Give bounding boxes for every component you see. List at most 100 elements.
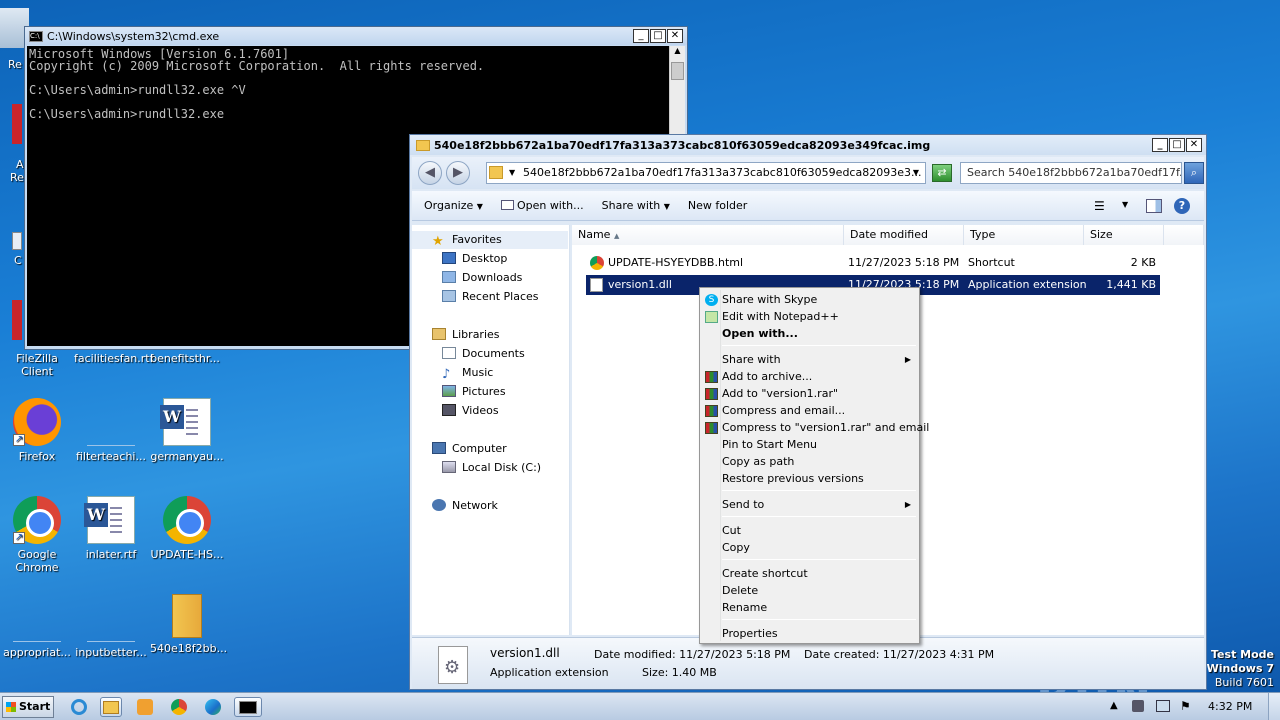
close-button[interactable]: ✕: [1186, 138, 1202, 152]
nav-recent-places[interactable]: Recent Places: [442, 288, 539, 306]
desktop-icon-partial-a[interactable]: A Re: [0, 100, 24, 184]
address-dropdown-icon[interactable]: ▼: [913, 163, 919, 183]
explorer-titlebar[interactable]: 540e18f2bbb672a1ba70edf17fa313a373cabc81…: [410, 135, 1206, 155]
menu-create-shortcut[interactable]: Create shortcut: [702, 565, 917, 582]
maximize-button[interactable]: □: [650, 29, 666, 43]
menu-add-rar[interactable]: Add to "version1.rar": [702, 385, 917, 402]
start-button[interactable]: Start: [2, 696, 54, 718]
column-header-size[interactable]: Size: [1084, 225, 1164, 245]
menu-add-archive[interactable]: Add to archive...: [702, 368, 917, 385]
back-button[interactable]: ◀: [418, 161, 442, 185]
nav-pictures[interactable]: Pictures: [442, 383, 506, 401]
console-line: Copyright (c) 2009 Microsoft Corporation…: [29, 59, 485, 73]
desktop-icon-benefitsthr[interactable]: benefitsthr...: [148, 352, 222, 365]
disc-image-folder-icon: [172, 594, 202, 638]
search-input[interactable]: Search 540e18f2bbb672a1ba70edf17f...: [960, 162, 1182, 184]
preview-pane-icon[interactable]: [1146, 199, 1162, 213]
menu-separator: [722, 490, 916, 491]
nav-documents[interactable]: Documents: [442, 345, 525, 363]
nav-desktop[interactable]: Desktop: [442, 250, 507, 268]
desktop-icon-filezilla[interactable]: FileZilla Client: [0, 352, 74, 378]
column-header-name[interactable]: Name ▲: [572, 225, 844, 245]
menu-pin-start[interactable]: Pin to Start Menu: [702, 436, 917, 453]
nav-downloads[interactable]: Downloads: [442, 269, 522, 287]
tray-expand-icon[interactable]: ▲: [1110, 700, 1118, 711]
desktop-icon-update-hs[interactable]: UPDATE-HS...: [150, 496, 224, 561]
menu-delete[interactable]: Delete: [702, 582, 917, 599]
close-button[interactable]: ✕: [667, 29, 683, 43]
desktop-icon-facilitiesfan[interactable]: facilitiesfan.rtf: [74, 352, 154, 365]
chevron-down-icon[interactable]: ▼: [1122, 200, 1128, 209]
star-icon: ★: [432, 234, 444, 249]
submenu-arrow-icon: ▶: [904, 500, 911, 509]
column-header-extra[interactable]: [1164, 225, 1204, 245]
new-folder-button[interactable]: New folder: [688, 199, 747, 212]
view-options-icon[interactable]: ☰: [1094, 199, 1105, 213]
open-with-button[interactable]: Open with...: [500, 199, 584, 212]
show-desktop-button[interactable]: [1268, 693, 1280, 720]
scroll-up-icon[interactable]: ▲: [670, 46, 685, 60]
desktop-icon-google-chrome[interactable]: ↗ Google Chrome: [0, 496, 74, 574]
forward-button[interactable]: ▶: [446, 161, 470, 185]
file-date: 11/27/2023 5:18 PM: [848, 256, 960, 269]
menu-cut[interactable]: Cut: [702, 522, 917, 539]
menu-open-with[interactable]: Open with...: [702, 325, 917, 342]
desktop-icon-img-file[interactable]: 540e18f2bb...: [150, 594, 227, 655]
minimize-button[interactable]: _: [633, 29, 649, 43]
menu-share-skype[interactable]: S Share with Skype: [702, 291, 917, 308]
refresh-button[interactable]: ⇄: [932, 164, 952, 182]
nav-computer[interactable]: Computer: [432, 440, 507, 458]
edge-icon[interactable]: [202, 697, 224, 717]
column-header-date[interactable]: Date modified: [844, 225, 964, 245]
menu-rename[interactable]: Rename: [702, 599, 917, 616]
menu-send-to[interactable]: Send to ▶: [702, 496, 917, 513]
winrar-icon: [705, 388, 718, 400]
menu-edit-notepad[interactable]: Edit with Notepad++: [702, 308, 917, 325]
cmd-taskbar-icon[interactable]: [234, 697, 262, 717]
nav-network[interactable]: Network: [432, 497, 498, 515]
desktop-icon-partial-c[interactable]: C: [0, 230, 22, 270]
menu-compress-rar-email[interactable]: Compress to "version1.rar" and email: [702, 419, 929, 436]
navigation-pane: ★ Favorites Desktop Downloads Recent Plac…: [412, 225, 570, 635]
nav-favorites[interactable]: ★ Favorites: [412, 231, 568, 249]
tray-app-icon[interactable]: [1132, 700, 1144, 712]
nav-libraries[interactable]: Libraries: [432, 326, 500, 344]
clock[interactable]: 4:32 PM: [1208, 693, 1252, 720]
minimize-button[interactable]: _: [1152, 138, 1168, 152]
organize-button[interactable]: Organize ▼: [424, 199, 483, 212]
menu-copy-path[interactable]: Copy as path: [702, 453, 917, 470]
file-explorer-icon[interactable]: [100, 697, 122, 717]
share-with-button[interactable]: Share with ▼: [602, 199, 670, 212]
videos-icon: [442, 404, 456, 416]
media-player-icon[interactable]: [134, 697, 156, 717]
menu-properties[interactable]: Properties: [702, 625, 917, 642]
nav-local-disk[interactable]: Local Disk (C:): [442, 459, 541, 477]
internet-explorer-icon[interactable]: [68, 697, 90, 717]
file-row[interactable]: UPDATE-HSYEYDBB.html 11/27/2023 5:18 PM …: [586, 253, 1160, 273]
cmd-titlebar[interactable]: C:\ C:\Windows\system32\cmd.exe _ □ ✕: [25, 27, 687, 45]
menu-restore-versions[interactable]: Restore previous versions: [702, 470, 917, 487]
volume-tray-icon[interactable]: ⚑: [1180, 699, 1191, 713]
menu-copy[interactable]: Copy: [702, 539, 917, 556]
desktop-icon-firefox[interactable]: ↗ Firefox: [0, 398, 74, 463]
sort-ascending-icon: ▲: [613, 232, 620, 240]
search-icon[interactable]: ⌕: [1184, 162, 1204, 184]
maximize-button[interactable]: □: [1169, 138, 1185, 152]
desktop-icon-appropriat[interactable]: appropriat...: [0, 594, 74, 659]
nav-videos[interactable]: Videos: [442, 402, 499, 420]
network-tray-icon[interactable]: [1156, 700, 1170, 712]
desktop-icon-inputbetter[interactable]: inputbetter...: [74, 594, 148, 659]
desktop-icon-filterteachi[interactable]: filterteachi...: [74, 398, 148, 463]
nav-music[interactable]: ♪ Music: [442, 364, 493, 382]
help-icon[interactable]: ?: [1174, 198, 1190, 214]
scroll-thumb[interactable]: [671, 62, 684, 80]
breadcrumb-arrow-icon[interactable]: ▼: [509, 163, 515, 183]
desktop-icon-germanyau[interactable]: germanyau...: [150, 398, 224, 463]
column-header-type[interactable]: Type: [964, 225, 1084, 245]
menu-share-with[interactable]: Share with ▶: [702, 351, 917, 368]
menu-compress-email[interactable]: Compress and email...: [702, 402, 917, 419]
chrome-taskbar-icon[interactable]: [168, 697, 190, 717]
address-bar[interactable]: ▼ 540e18f2bbb672a1ba70edf17fa313a373cabc…: [486, 162, 926, 184]
downloads-icon: [442, 271, 456, 283]
desktop-icon-inlater[interactable]: inlater.rtf: [74, 496, 148, 561]
